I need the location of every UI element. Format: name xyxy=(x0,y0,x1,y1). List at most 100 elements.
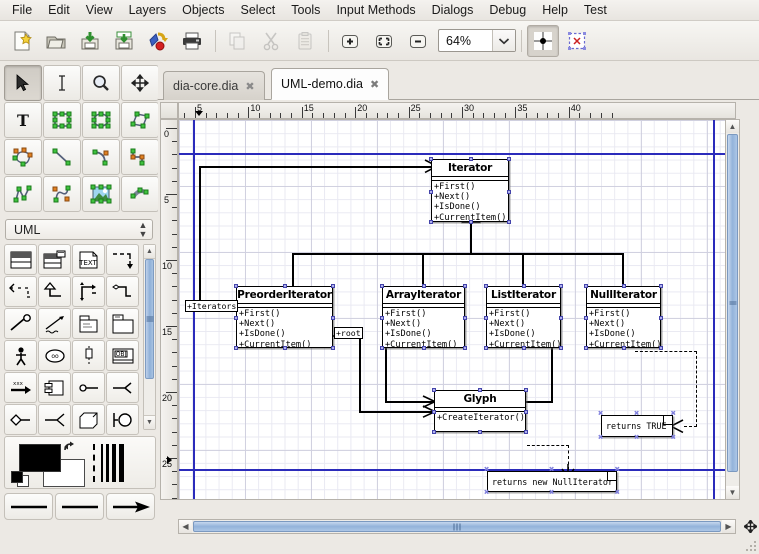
selection-handle[interactable] xyxy=(331,346,335,350)
uml-class-nulliterator[interactable]: NullIterator +First() +Next() +IsDone() … xyxy=(586,286,661,348)
uml-note-shape[interactable]: TEXT xyxy=(72,244,105,275)
ellipse-tool[interactable] xyxy=(82,102,120,138)
scroll-up-icon[interactable]: ▲ xyxy=(726,120,739,133)
selection-handle[interactable] xyxy=(429,220,433,224)
snap-to-grid-icon[interactable] xyxy=(527,25,559,57)
uml-class-stereotype-shape[interactable] xyxy=(38,244,71,275)
chevron-down-icon[interactable] xyxy=(492,30,515,51)
selection-handle[interactable] xyxy=(331,316,335,320)
selection-handle[interactable] xyxy=(234,316,238,320)
selection-handle[interactable] xyxy=(283,284,287,288)
menu-input-methods[interactable]: Input Methods xyxy=(328,1,423,20)
image-tool[interactable] xyxy=(82,176,120,212)
selection-handle[interactable] xyxy=(507,220,511,224)
selection-handle[interactable] xyxy=(522,346,526,350)
arc-tool[interactable] xyxy=(82,139,120,175)
shape-palette-scrollbar[interactable]: ▲ ▼ xyxy=(143,244,156,430)
assoc-label-iterators[interactable]: +Iterators xyxy=(185,300,238,312)
selection-handle[interactable] xyxy=(507,157,511,161)
selection-handle[interactable] xyxy=(463,346,467,350)
selection-handle[interactable] xyxy=(622,346,626,350)
line-width-0[interactable] xyxy=(93,444,98,482)
line-tool[interactable] xyxy=(43,139,81,175)
uml-package-shape[interactable] xyxy=(72,308,105,339)
selection-handle[interactable] xyxy=(659,284,663,288)
selection-handle[interactable] xyxy=(234,284,238,288)
selection-x-handle[interactable]: ✖ xyxy=(634,435,639,441)
shape-scroll-thumb[interactable] xyxy=(145,259,154,379)
selection-handle[interactable] xyxy=(524,430,528,434)
selection-handle[interactable] xyxy=(463,284,467,288)
zigzagline-tool[interactable] xyxy=(121,139,159,175)
selection-handle[interactable] xyxy=(484,284,488,288)
vertical-scrollbar[interactable]: ▲ ▼ xyxy=(725,119,740,500)
selection-handle[interactable] xyxy=(484,346,488,350)
line-width-2[interactable] xyxy=(106,444,109,482)
selection-handle[interactable] xyxy=(522,284,526,288)
text-edit-tool[interactable] xyxy=(43,65,81,101)
box-tool[interactable] xyxy=(43,102,81,138)
selection-x-handle[interactable]: ✖ xyxy=(484,467,489,473)
tab-uml-demo[interactable]: UML-demo.dia ✖ xyxy=(271,68,389,100)
uml-generalization-shape[interactable] xyxy=(38,276,71,307)
uml-dependency-shape[interactable] xyxy=(106,244,139,275)
uml-component-feature-shape[interactable] xyxy=(72,372,105,403)
selection-handle[interactable] xyxy=(380,346,384,350)
uml-object-shape[interactable]: OBJ xyxy=(106,340,139,371)
selection-handle[interactable] xyxy=(507,190,511,194)
selection-handle[interactable] xyxy=(469,220,473,224)
uml-lifeline-shape[interactable] xyxy=(72,340,105,371)
note-returns-true[interactable]: returns TRUE ✖ ✖ ✖ ✖ ✖ ✖ xyxy=(601,415,673,437)
arrow-style[interactable] xyxy=(106,493,155,520)
uml-branch-shape[interactable] xyxy=(106,372,139,403)
selection-x-handle[interactable]: ✖ xyxy=(615,490,620,496)
uml-usecase-shape[interactable]: oo xyxy=(38,340,71,371)
scroll-down-icon[interactable]: ▼ xyxy=(144,415,155,429)
selection-handle[interactable] xyxy=(484,316,488,320)
selection-handle[interactable] xyxy=(429,157,433,161)
selection-handle[interactable] xyxy=(524,410,528,414)
selection-handle[interactable] xyxy=(622,284,626,288)
selection-x-handle[interactable]: ✖ xyxy=(615,467,620,473)
uml-constraint-shape[interactable] xyxy=(38,308,71,339)
uml-class-iterator[interactable]: Iterator +First() +Next() +IsDone() +Cur… xyxy=(431,159,509,222)
uml-component-shape[interactable] xyxy=(38,372,71,403)
horizontal-scroll-thumb[interactable] xyxy=(193,521,721,532)
selection-handle[interactable] xyxy=(659,316,663,320)
close-icon[interactable]: ✖ xyxy=(245,80,254,93)
note-returns-new-nulliterator[interactable]: returns new NullIterator ✖ ✖ ✖ ✖ ✖ ✖ xyxy=(487,471,617,492)
uml-class-listiterator[interactable]: ListIterator +First() +Next() +IsDone() … xyxy=(486,286,561,348)
scroll-up-icon[interactable]: ▲ xyxy=(144,245,155,259)
outline-tool[interactable] xyxy=(121,176,159,212)
swap-colors-icon[interactable] xyxy=(63,441,77,453)
uml-class-preorderiterator[interactable]: PreorderIterator +First() +Next() +IsDon… xyxy=(236,286,333,348)
uml-lollipop-shape[interactable] xyxy=(4,308,37,339)
uml-actor-shape[interactable] xyxy=(4,340,37,371)
selection-handle[interactable] xyxy=(584,316,588,320)
uml-state-shape[interactable] xyxy=(4,404,37,435)
open-icon[interactable] xyxy=(40,25,72,57)
menu-layers[interactable]: Layers xyxy=(121,1,175,20)
polyline-tool[interactable] xyxy=(4,176,42,212)
line-style-solid[interactable] xyxy=(4,493,53,520)
menu-dialogs[interactable]: Dialogs xyxy=(424,1,482,20)
uml-class-glyph[interactable]: Glyph +CreateIterator() xyxy=(434,390,526,432)
save-icon[interactable] xyxy=(74,25,106,57)
uml-large-package-shape[interactable] xyxy=(106,308,139,339)
menu-select[interactable]: Select xyxy=(233,1,284,20)
snap-to-objects-icon[interactable] xyxy=(561,25,593,57)
selection-x-handle[interactable]: ✖ xyxy=(549,490,554,496)
copy-icon[interactable] xyxy=(221,25,253,57)
scroll-down-icon[interactable]: ▼ xyxy=(726,486,739,499)
close-icon[interactable]: ✖ xyxy=(370,78,379,91)
uml-fork-shape[interactable] xyxy=(38,404,71,435)
selection-handle[interactable] xyxy=(469,157,473,161)
sheet-selector[interactable]: UML ▲▼ xyxy=(5,219,153,240)
scroll-left-icon[interactable]: ◀ xyxy=(179,520,192,533)
menu-tools[interactable]: Tools xyxy=(283,1,328,20)
uml-node-shape[interactable] xyxy=(72,404,105,435)
selection-handle[interactable] xyxy=(559,316,563,320)
selection-handle[interactable] xyxy=(380,316,384,320)
selection-handle[interactable] xyxy=(559,346,563,350)
text-tool[interactable]: T xyxy=(4,102,42,138)
